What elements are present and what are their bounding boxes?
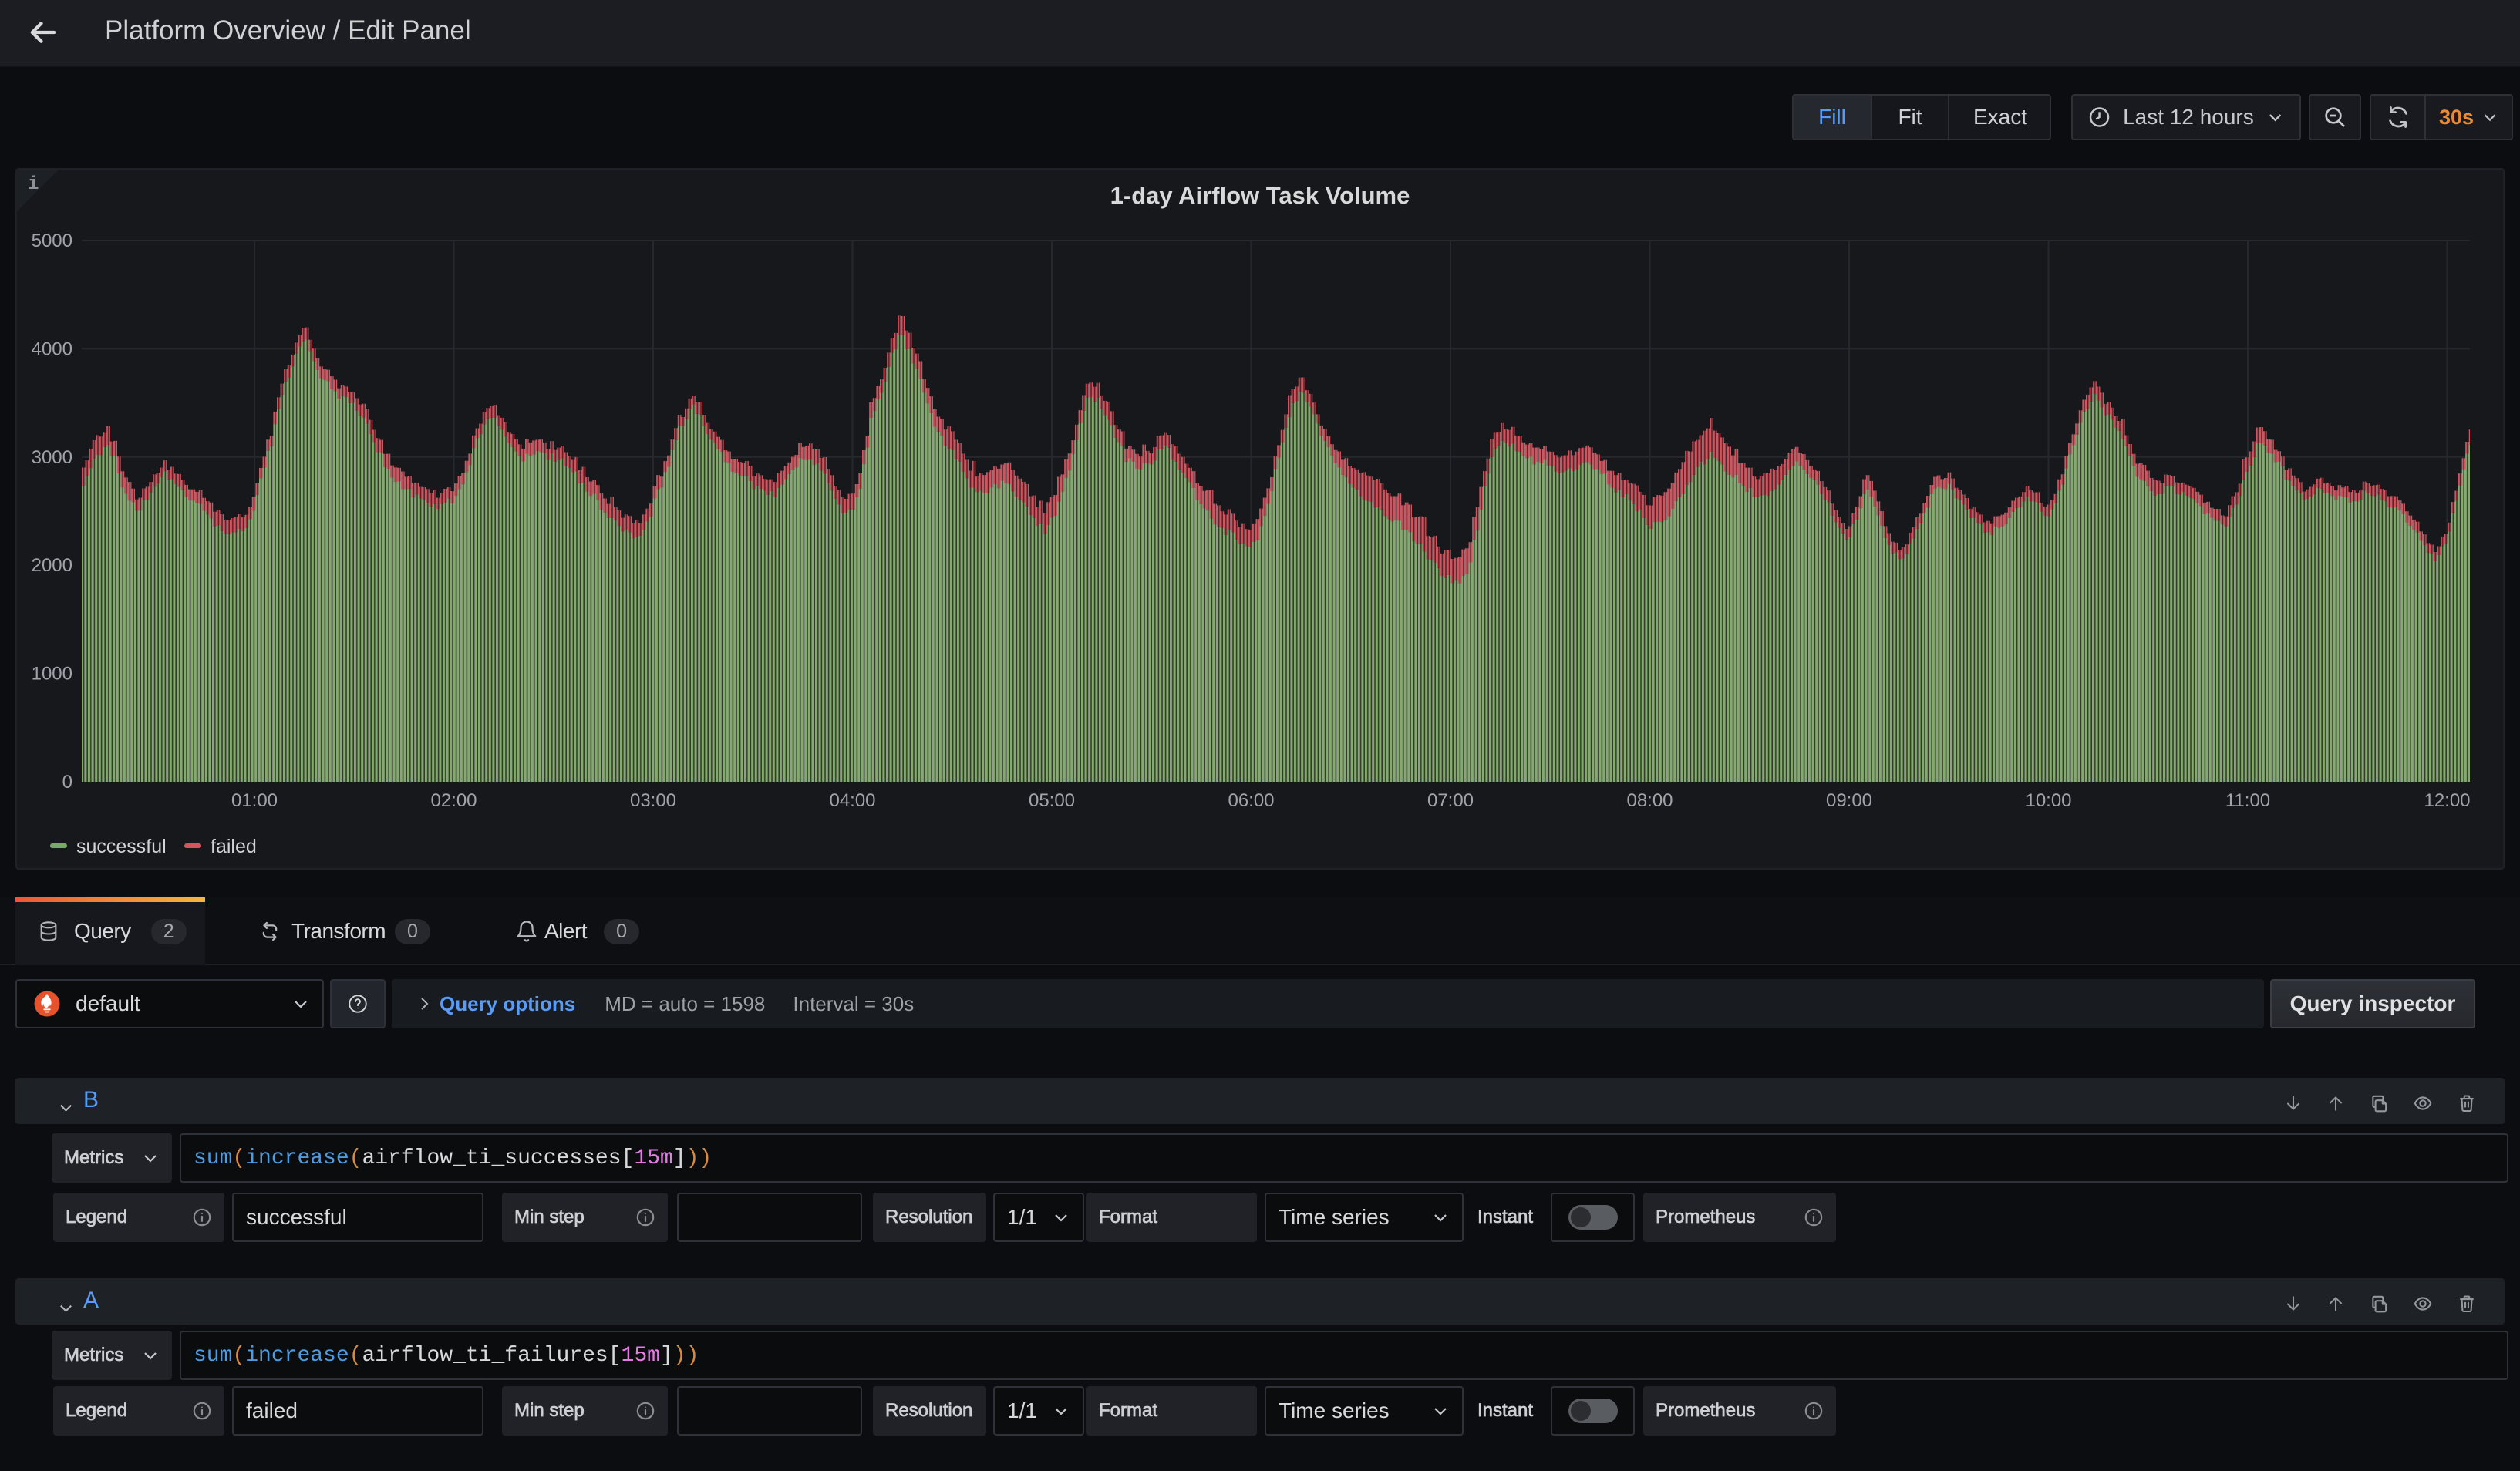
svg-text:05:00: 05:00 (1029, 790, 1075, 811)
svg-text:07:00: 07:00 (1427, 790, 1474, 811)
svg-text:09:00: 09:00 (1826, 790, 1872, 811)
svg-text:12:00: 12:00 (2424, 790, 2470, 811)
svg-text:5000: 5000 (32, 231, 72, 251)
svg-text:03:00: 03:00 (630, 790, 676, 811)
svg-text:3000: 3000 (32, 447, 72, 468)
svg-text:1000: 1000 (32, 664, 72, 685)
svg-text:0: 0 (62, 772, 72, 793)
svg-text:2000: 2000 (32, 555, 72, 576)
svg-text:successful: successful (76, 836, 167, 857)
svg-text:06:00: 06:00 (1228, 790, 1274, 811)
svg-text:01:00: 01:00 (231, 790, 278, 811)
svg-text:08:00: 08:00 (1626, 790, 1673, 811)
svg-text:failed: failed (211, 836, 257, 857)
svg-text:10:00: 10:00 (2025, 790, 2071, 811)
svg-text:02:00: 02:00 (430, 790, 477, 811)
svg-text:04:00: 04:00 (829, 790, 875, 811)
svg-text:11:00: 11:00 (2225, 790, 2270, 811)
svg-text:4000: 4000 (32, 338, 72, 359)
